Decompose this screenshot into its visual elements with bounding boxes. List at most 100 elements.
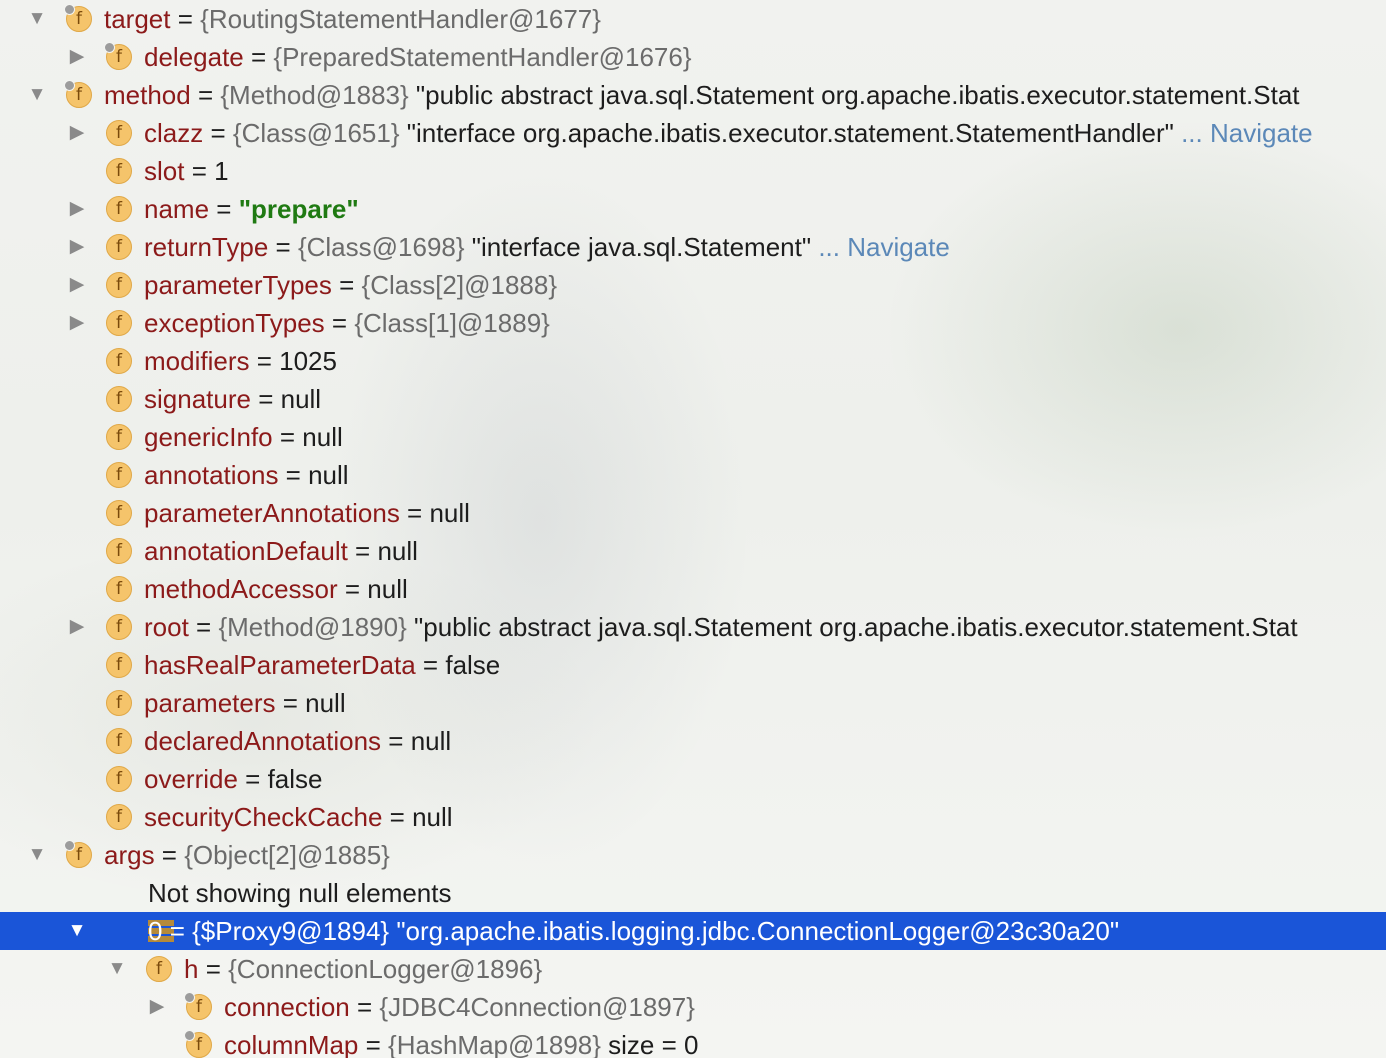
tree-row-0[interactable]: ▼ 0 = {$Proxy9@1894} "org.apache.ibatis.l… [0,912,1386,950]
tree-row-connection[interactable]: ▶ f connection = {JDBC4Connection@1897} [0,988,1386,1026]
field-icon: f [106,310,132,336]
tree-row-clazz[interactable]: ▶ f clazz = {Class@1651} "interface org.ap… [0,114,1386,152]
row-text: returnType = {Class@1698} "interface jav… [144,228,950,266]
tree-row-info[interactable]: Not showing null elements [0,874,1386,912]
navigate-link[interactable]: ... Navigate [811,232,950,262]
type-reference: {RoutingStatementHandler@1677} [200,4,601,34]
tree-row-args[interactable]: ▼ f args = {Object[2]@1885} [0,836,1386,874]
tree-row-parameterAnnotations[interactable]: f parameterAnnotations = null [0,494,1386,532]
tree-row-parameters[interactable]: f parameters = null [0,684,1386,722]
tree-row-declaredAnnotations[interactable]: f declaredAnnotations = null [0,722,1386,760]
expand-right-icon[interactable]: ▶ [146,994,168,1020]
equals-sign: = [154,840,185,870]
row-text: 0 = {$Proxy9@1894} "org.apache.ibatis.lo… [148,912,1119,950]
tree-row-override[interactable]: f override = false [0,760,1386,798]
row-text: modifiers = 1025 [144,342,337,380]
row-text: delegate = {PreparedStatementHandler@167… [144,38,692,76]
tree-row-parameterTypes[interactable]: ▶ f parameterTypes = {Class[2]@1888} [0,266,1386,304]
tree-row-methodAccessor[interactable]: f methodAccessor = null [0,570,1386,608]
tree-row-columnMap[interactable]: f columnMap = {HashMap@1898} size = 0 [0,1026,1386,1058]
value-text: false [267,764,323,794]
value-text: null [305,688,346,718]
expand-down-icon[interactable]: ▼ [66,918,88,944]
equals-sign: = [358,1030,389,1058]
navigate-link[interactable]: ... Navigate [1174,118,1313,148]
field-name: returnType [144,232,269,262]
tree-row-signature[interactable]: f signature = null [0,380,1386,418]
value-text: "public abstract java.sql.Statement org.… [408,80,1300,110]
value-text: null [308,460,349,490]
expand-down-icon[interactable]: ▼ [26,82,48,108]
value-text: null [377,536,418,566]
tree-row-returnType[interactable]: ▶ f returnType = {Class@1698} "interface j… [0,228,1386,266]
expand-right-icon[interactable]: ▶ [66,196,88,222]
row-text: Not showing null elements [148,874,452,912]
tree-row-annotations[interactable]: f annotations = null [0,456,1386,494]
field-icon: f [106,690,132,716]
field-name: name [144,194,210,224]
expand-right-icon[interactable]: ▶ [66,120,88,146]
field-name: hasRealParameterData [144,650,416,680]
row-text: parameterTypes = {Class[2]@1888} [144,266,557,304]
tree-row-target[interactable]: ▼ f target = {RoutingStatementHandler@1677… [0,0,1386,38]
value-text: null [412,802,453,832]
field-icon: f [106,424,132,450]
field-icon: f [184,1030,212,1058]
static-pin-icon [64,4,75,15]
field-icon: f [106,462,132,488]
equals-sign: = [190,80,221,110]
value-text: null [429,498,470,528]
expand-down-icon[interactable]: ▼ [106,956,128,982]
field-icon: f [64,80,92,108]
row-text: name = "prepare" [144,190,359,228]
field-name: clazz [144,118,204,148]
tree-row-genericInfo[interactable]: f genericInfo = null [0,418,1386,456]
equals-sign: = [275,688,306,718]
equals-sign: = [184,156,215,186]
equals-sign: = [382,802,413,832]
row-text: annotations = null [144,456,349,494]
string-value: "prepare" [238,194,359,224]
row-text: methodAccessor = null [144,570,408,608]
tree-row-name[interactable]: ▶ f name = "prepare" [0,190,1386,228]
tree-row-root[interactable]: ▶ f root = {Method@1890} "public abstract … [0,608,1386,646]
tree-row-delegate[interactable]: ▶ f delegate = {PreparedStatementHandler@1… [0,38,1386,76]
field-name: root [144,612,189,642]
field-icon: f [106,652,132,678]
tree-row-exceptionTypes[interactable]: ▶ f exceptionTypes = {Class[1]@1889} [0,304,1386,342]
field-name: parameters [144,688,276,718]
field-name: override [144,764,238,794]
expand-right-icon[interactable]: ▶ [66,310,88,336]
tree-row-modifiers[interactable]: f modifiers = 1025 [0,342,1386,380]
tree-row-method[interactable]: ▼ f method = {Method@1883} "public abstrac… [0,76,1386,114]
expand-right-icon[interactable]: ▶ [66,234,88,260]
expand-right-icon[interactable]: ▶ [66,272,88,298]
field-icon: f [106,348,132,374]
field-icon: f [106,196,132,222]
field-name: annotations [144,460,279,490]
field-icon: f [106,234,132,260]
expand-down-icon[interactable]: ▼ [26,6,48,32]
field-name: h [184,954,199,984]
tree-row-slot[interactable]: f slot = 1 [0,152,1386,190]
tree-row-annotationDefault[interactable]: f annotationDefault = null [0,532,1386,570]
tree-row-hasRealParameterData[interactable]: f hasRealParameterData = false [0,646,1386,684]
row-text: connection = {JDBC4Connection@1897} [224,988,695,1026]
type-reference: {Class@1698} [297,232,465,262]
expand-right-icon[interactable]: ▶ [66,44,88,70]
equals-sign: = [198,954,229,984]
type-reference: {Class@1651} [232,118,400,148]
tree-row-h[interactable]: ▼ f h = {ConnectionLogger@1896} [0,950,1386,988]
expand-down-icon[interactable]: ▼ [26,842,48,868]
info-text: Not showing null elements [148,878,452,908]
field-icon: f [106,386,132,412]
type-reference: {PreparedStatementHandler@1676} [273,42,692,72]
type-reference: {$Proxy9@1894} [192,916,390,946]
type-reference: {Method@1883} [220,80,409,110]
equals-sign: = [162,916,193,946]
row-text: annotationDefault = null [144,532,418,570]
equals-sign: = [272,422,303,452]
expand-right-icon[interactable]: ▶ [66,614,88,640]
equals-sign: = [278,460,309,490]
tree-row-securityCheckCache[interactable]: f securityCheckCache = null [0,798,1386,836]
